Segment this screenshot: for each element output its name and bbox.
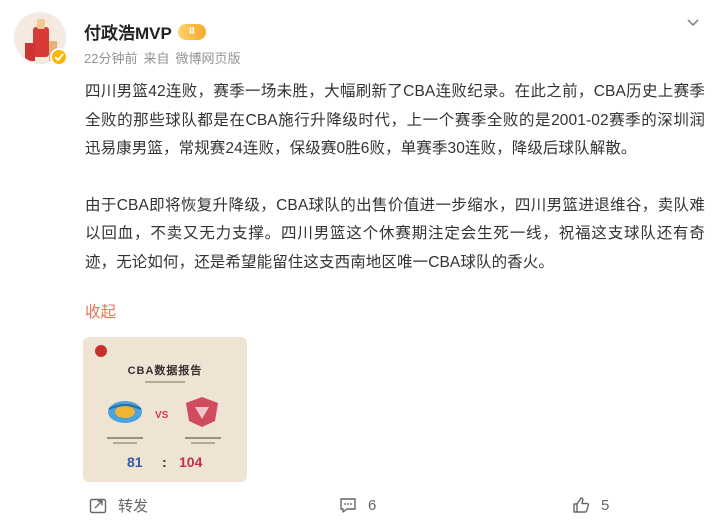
- author-row: 付政浩MVP II: [84, 19, 206, 44]
- cba-logo-icon: [95, 345, 107, 357]
- post-paragraph-2: 由于CBA即将恢复升降级，CBA球队的出售价值进一步缩水，四川男篮进退维谷，卖队…: [85, 196, 705, 271]
- score-right: 104: [179, 454, 203, 470]
- post-image-thumbnail[interactable]: CBA数据报告 VS 81 : 104: [83, 337, 247, 482]
- source-client: 微博网页版: [175, 51, 241, 66]
- post-actions: 转发 6 5: [0, 490, 719, 520]
- post-time[interactable]: 22分钟前: [84, 48, 137, 67]
- right-team-caption: [179, 433, 227, 444]
- post-meta: 22分钟前 来自 微博网页版: [84, 48, 241, 67]
- score-left: 81: [127, 454, 143, 470]
- like-count: 5: [601, 496, 610, 514]
- weibo-post: 付政浩MVP II 22分钟前 来自 微博网页版 四川男篮42连败，赛季一场未胜…: [0, 0, 719, 530]
- sichuan-team-logo-icon: [105, 397, 145, 427]
- post-content: 四川男篮42连败，赛季一场未胜，大幅刷新了CBA连败纪录。在此之前，CBA历史上…: [85, 78, 705, 305]
- comment-count: 6: [368, 496, 377, 514]
- score-separator: :: [162, 454, 167, 470]
- like-button[interactable]: 5: [571, 490, 609, 520]
- left-team-caption: [101, 433, 149, 444]
- score-row: 81 : 104: [83, 454, 247, 470]
- repost-button[interactable]: 转发: [88, 490, 148, 520]
- comment-icon: [338, 495, 358, 515]
- repost-icon: [88, 495, 108, 515]
- repost-label: 转发: [118, 497, 149, 515]
- author-name[interactable]: 付政浩MVP: [84, 19, 172, 44]
- vs-label: VS: [155, 410, 169, 421]
- vip-crown-icon[interactable]: II: [177, 23, 206, 40]
- collapse-link[interactable]: 收起: [85, 300, 116, 322]
- comment-button[interactable]: 6: [338, 490, 376, 520]
- avatar[interactable]: [14, 12, 70, 68]
- more-options-chevron-down-icon[interactable]: [685, 14, 701, 30]
- opponent-team-logo-icon: [183, 395, 221, 429]
- image-date-line: [83, 380, 247, 385]
- verified-badge-icon: [50, 48, 68, 66]
- source-prefix: 来自: [143, 51, 170, 66]
- thumbs-up-icon: [571, 495, 591, 515]
- post-paragraph-1: 四川男篮42连败，赛季一场未胜，大幅刷新了CBA连败纪录。在此之前，CBA历史上…: [85, 83, 705, 157]
- image-report-title: CBA数据报告: [127, 365, 203, 377]
- vip-level-label: II: [189, 26, 195, 37]
